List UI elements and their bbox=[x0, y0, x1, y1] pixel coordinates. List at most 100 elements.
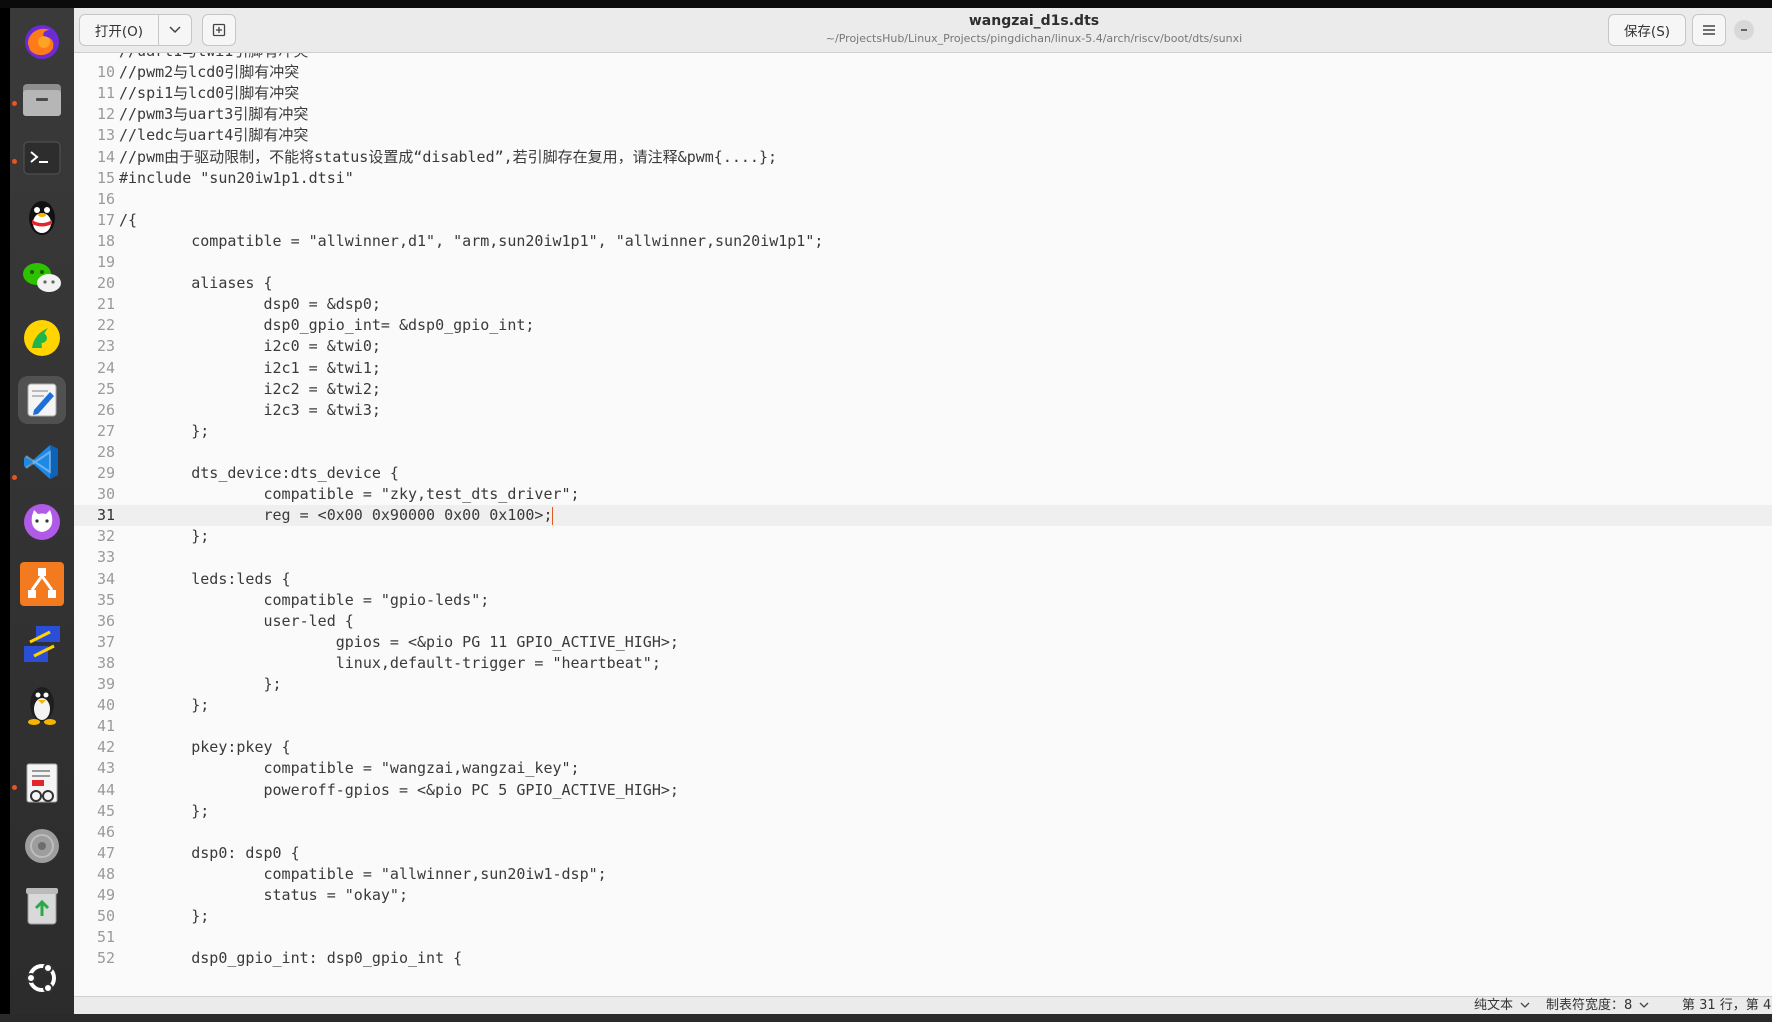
code-text[interactable]: pkey:pkey { bbox=[119, 737, 290, 758]
code-text[interactable]: dsp0 = &dsp0; bbox=[119, 294, 380, 315]
code-text[interactable]: aliases { bbox=[119, 273, 272, 294]
minimize-button[interactable] bbox=[1734, 20, 1754, 40]
code-text[interactable]: poweroff-gpios = <&pio PC 5 GPIO_ACTIVE_… bbox=[119, 780, 678, 801]
code-line[interactable]: 24 i2c1 = &twi1; bbox=[74, 358, 1772, 379]
tab-width-selector[interactable]: 制表符宽度：8 bbox=[1546, 997, 1649, 1015]
code-text[interactable]: }; bbox=[119, 674, 281, 695]
code-text[interactable]: i2c3 = &twi3; bbox=[119, 400, 380, 421]
code-text[interactable]: }; bbox=[119, 695, 209, 716]
vscode-icon[interactable] bbox=[18, 438, 66, 486]
new-tab-button[interactable] bbox=[202, 14, 236, 46]
code-line[interactable]: 23 i2c0 = &twi0; bbox=[74, 336, 1772, 357]
cursor-position[interactable]: 第 31 行，第 4 bbox=[1682, 997, 1771, 1015]
code-line[interactable]: 52 dsp0_gpio_int: dsp0_gpio_int { bbox=[74, 948, 1772, 969]
wechat-icon[interactable] bbox=[18, 254, 66, 302]
code-line[interactable]: 36 user-led { bbox=[74, 611, 1772, 632]
code-line[interactable]: 26 i2c3 = &twi3; bbox=[74, 400, 1772, 421]
code-text[interactable]: leds:leds { bbox=[119, 569, 290, 590]
remote-desktop-icon[interactable] bbox=[18, 620, 66, 668]
code-line[interactable]: 18 compatible = "allwinner,d1", "arm,sun… bbox=[74, 231, 1772, 252]
code-line[interactable]: 29 dts_device:dts_device { bbox=[74, 463, 1772, 484]
code-text[interactable]: i2c1 = &twi1; bbox=[119, 358, 380, 379]
code-text[interactable]: //uart1与twi1引脚有冲突 bbox=[119, 53, 308, 62]
code-line[interactable]: 12//pwm3与uart3引脚有冲突 bbox=[74, 104, 1772, 125]
text-editor-icon[interactable] bbox=[18, 376, 66, 424]
code-text[interactable]: compatible = "gpio-leds"; bbox=[119, 590, 489, 611]
syntax-selector[interactable]: 纯文本 bbox=[1474, 997, 1530, 1015]
code-line[interactable]: 45 }; bbox=[74, 801, 1772, 822]
code-line[interactable]: 48 compatible = "allwinner,sun20iw1-dsp"… bbox=[74, 864, 1772, 885]
code-line[interactable]: 51 bbox=[74, 927, 1772, 948]
code-line[interactable]: 28 bbox=[74, 442, 1772, 463]
code-line[interactable]: 25 i2c2 = &twi2; bbox=[74, 379, 1772, 400]
code-line[interactable]: 43 compatible = "wangzai,wangzai_key"; bbox=[74, 758, 1772, 779]
code-line[interactable]: 34 leds:leds { bbox=[74, 569, 1772, 590]
trash-icon[interactable] bbox=[18, 882, 66, 930]
code-line[interactable]: 42 pkey:pkey { bbox=[74, 737, 1772, 758]
code-text[interactable]: }; bbox=[119, 526, 209, 547]
code-text[interactable]: linux,default-trigger = "heartbeat"; bbox=[119, 653, 661, 674]
code-line[interactable]: 19 bbox=[74, 252, 1772, 273]
code-line[interactable]: 17/{ bbox=[74, 210, 1772, 231]
main-menu-button[interactable] bbox=[1692, 14, 1726, 46]
code-line[interactable]: 47 dsp0: dsp0 { bbox=[74, 843, 1772, 864]
files-icon[interactable] bbox=[18, 76, 66, 124]
code-line[interactable]: 10//pwm2与lcd0引脚有冲突 bbox=[74, 62, 1772, 83]
code-text[interactable]: #include "sun20iw1p1.dtsi" bbox=[119, 168, 354, 189]
code-text[interactable]: gpios = <&pio PG 11 GPIO_ACTIVE_HIGH>; bbox=[119, 632, 679, 653]
qq-icon[interactable] bbox=[18, 194, 66, 242]
code-text[interactable]: reg = <0x00 0x90000 0x00 0x100>; bbox=[119, 505, 554, 526]
open-menu-button[interactable] bbox=[158, 14, 192, 46]
open-button[interactable]: 打开(O) bbox=[79, 14, 159, 46]
ubuntu-logo-icon[interactable] bbox=[18, 954, 66, 1002]
code-text[interactable]: //ledc与uart4引脚有冲突 bbox=[119, 125, 308, 146]
code-text[interactable]: dsp0_gpio_int: dsp0_gpio_int { bbox=[119, 948, 462, 969]
code-line[interactable]: 21 dsp0 = &dsp0; bbox=[74, 294, 1772, 315]
code-line[interactable]: 39 }; bbox=[74, 674, 1772, 695]
code-text[interactable]: dsp0_gpio_int= &dsp0_gpio_int; bbox=[119, 315, 534, 336]
code-line[interactable]: 15 #include "sun20iw1p1.dtsi" bbox=[74, 168, 1772, 189]
code-line[interactable]: 44 poweroff-gpios = <&pio PC 5 GPIO_ACTI… bbox=[74, 780, 1772, 801]
code-text[interactable]: //pwm由于驱动限制，不能将status设置成“disabled”,若引脚存在… bbox=[119, 147, 777, 168]
firefox-icon[interactable] bbox=[18, 18, 66, 66]
code-line[interactable]: 13//ledc与uart4引脚有冲突 bbox=[74, 125, 1772, 146]
code-text[interactable]: compatible = "wangzai,wangzai_key"; bbox=[119, 758, 579, 779]
linux-penguin-icon[interactable] bbox=[18, 680, 66, 728]
code-text[interactable]: dsp0: dsp0 { bbox=[119, 843, 299, 864]
code-line[interactable]: 30 compatible = "zky,test_dts_driver"; bbox=[74, 484, 1772, 505]
code-line[interactable]: 38 linux,default-trigger = "heartbeat"; bbox=[74, 653, 1772, 674]
save-button[interactable]: 保存(S) bbox=[1608, 14, 1686, 46]
code-text[interactable]: user-led { bbox=[119, 611, 353, 632]
code-line[interactable]: 20 aliases { bbox=[74, 273, 1772, 294]
code-text[interactable]: compatible = "zky,test_dts_driver"; bbox=[119, 484, 579, 505]
text-editor-area[interactable]: //uart1与twi1引脚有冲突10//pwm2与lcd0引脚有冲突11//s… bbox=[74, 53, 1772, 996]
code-line[interactable]: 32 }; bbox=[74, 526, 1772, 547]
code-line[interactable]: 16 bbox=[74, 189, 1772, 210]
code-text[interactable]: i2c2 = &twi2; bbox=[119, 379, 380, 400]
code-line[interactable]: 22 dsp0_gpio_int= &dsp0_gpio_int; bbox=[74, 315, 1772, 336]
code-line[interactable]: 27 }; bbox=[74, 421, 1772, 442]
code-text[interactable]: /{ bbox=[119, 210, 137, 231]
code-line[interactable]: 49 status = "okay"; bbox=[74, 885, 1772, 906]
code-text[interactable]: }; bbox=[119, 421, 209, 442]
code-line[interactable]: //uart1与twi1引脚有冲突 bbox=[74, 53, 1772, 62]
code-line[interactable]: 11//spi1与lcd0引脚有冲突 bbox=[74, 83, 1772, 104]
code-line[interactable]: 37 gpios = <&pio PG 11 GPIO_ACTIVE_HIGH>… bbox=[74, 632, 1772, 653]
code-text[interactable]: //spi1与lcd0引脚有冲突 bbox=[119, 83, 299, 104]
code-text[interactable]: compatible = "allwinner,sun20iw1-dsp"; bbox=[119, 864, 606, 885]
code-line[interactable]: 31 reg = <0x00 0x90000 0x00 0x100>; bbox=[74, 505, 1772, 527]
code-line[interactable]: 35 compatible = "gpio-leds"; bbox=[74, 590, 1772, 611]
code-line[interactable]: 46 bbox=[74, 822, 1772, 843]
code-text[interactable]: i2c0 = &twi0; bbox=[119, 336, 380, 357]
code-line[interactable]: 33 bbox=[74, 547, 1772, 568]
terminal-icon[interactable] bbox=[18, 134, 66, 182]
code-text[interactable]: //pwm2与lcd0引脚有冲突 bbox=[119, 62, 299, 83]
code-text[interactable]: status = "okay"; bbox=[119, 885, 408, 906]
code-line[interactable]: 41 bbox=[74, 716, 1772, 737]
code-line[interactable]: 14//pwm由于驱动限制，不能将status设置成“disabled”,若引脚… bbox=[74, 147, 1772, 168]
code-text[interactable]: dts_device:dts_device { bbox=[119, 463, 399, 484]
network-app-icon[interactable] bbox=[18, 560, 66, 608]
code-text[interactable]: compatible = "allwinner,d1", "arm,sun20i… bbox=[119, 231, 823, 252]
code-text[interactable]: }; bbox=[119, 906, 209, 927]
cat-app-icon[interactable] bbox=[18, 498, 66, 546]
